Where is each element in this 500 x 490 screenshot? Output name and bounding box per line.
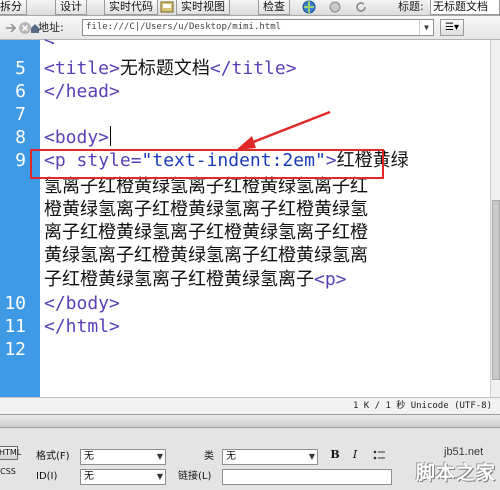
status-bar: 1 K / 1 秒 Unicode (UTF-8) bbox=[0, 397, 500, 414]
view-options-icon[interactable]: ☰▾ bbox=[440, 19, 464, 36]
italic-button[interactable]: I bbox=[348, 448, 362, 462]
link-input[interactable] bbox=[222, 469, 392, 485]
unordered-list-icon[interactable] bbox=[372, 448, 386, 462]
vertical-scrollbar[interactable] bbox=[490, 40, 500, 397]
address-bar: 地址: file:///C|/Users/u/Desktop/mimi.html… bbox=[0, 16, 500, 40]
document-toolbar: 拆分 设计 实时代码 实时视图 检查 标题: 无标题文档 bbox=[0, 0, 500, 16]
forward-arrow-icon[interactable] bbox=[3, 21, 17, 35]
title-input[interactable]: 无标题文档 bbox=[430, 0, 500, 15]
chevron-down-icon: ▼ bbox=[156, 472, 163, 481]
scrollbar-thumb[interactable] bbox=[492, 200, 500, 380]
bold-button[interactable]: B bbox=[328, 448, 342, 462]
code-editor[interactable]: 5 6 7 8 9 10 11 12 > <title>无标题文档</title… bbox=[0, 33, 500, 414]
id-value: 无 bbox=[84, 471, 94, 482]
file-management-icon[interactable] bbox=[160, 0, 174, 14]
debug-icon[interactable] bbox=[328, 0, 342, 14]
id-select[interactable]: 无 ▼ bbox=[80, 469, 166, 485]
title-label: 标题: bbox=[398, 0, 424, 13]
id-label: ID(I) bbox=[36, 471, 58, 482]
annotation-arrow-icon bbox=[236, 110, 331, 150]
refresh-icon[interactable] bbox=[354, 0, 368, 14]
html-mode-button[interactable]: HTML bbox=[0, 446, 21, 460]
class-select[interactable]: 无 ▼ bbox=[222, 449, 318, 465]
class-value: 无 bbox=[226, 451, 236, 462]
globe-preview-icon[interactable] bbox=[302, 0, 316, 14]
chevron-down-icon: ▼ bbox=[308, 452, 315, 461]
inspect-button[interactable]: 检查 bbox=[258, 0, 290, 15]
chevron-down-icon[interactable]: ▼ bbox=[419, 20, 433, 35]
address-input[interactable]: file:///C|/Users/u/Desktop/mimi.html ▼ bbox=[82, 19, 434, 36]
css-mode-button[interactable]: CSS bbox=[0, 466, 18, 480]
format-value: 无 bbox=[84, 451, 94, 462]
format-select[interactable]: 无 ▼ bbox=[80, 449, 166, 465]
split-view-button[interactable]: 拆分 bbox=[0, 0, 27, 15]
link-label: 链接(L) bbox=[178, 471, 212, 482]
watermark-logo: 脚本之家 bbox=[416, 462, 497, 484]
status-text: 1 K / 1 秒 Unicode (UTF-8) bbox=[352, 401, 492, 411]
properties-panel-header bbox=[0, 414, 500, 428]
class-label: 类 bbox=[204, 451, 214, 462]
live-code-button[interactable]: 实时代码 bbox=[104, 0, 158, 15]
watermark-site: jb51.net bbox=[444, 446, 484, 458]
chevron-down-icon: ▼ bbox=[156, 452, 163, 461]
live-view-button[interactable]: 实时视图 bbox=[176, 0, 230, 15]
format-label: 格式(F) bbox=[36, 451, 70, 462]
design-view-button[interactable]: 设计 bbox=[55, 0, 87, 15]
properties-panel: HTML CSS 格式(F) 无 ▼ ID(I) 无 ▼ 类 无 ▼ B I 链接(L… bbox=[0, 428, 500, 490]
address-value: file:///C|/Users/u/Desktop/mimi.html bbox=[86, 22, 282, 32]
